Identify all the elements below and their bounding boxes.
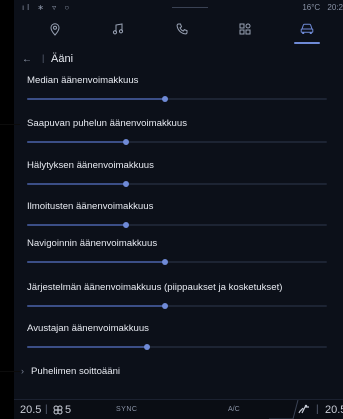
setting-label: Avustajan äänenvoimakkuus <box>27 323 149 334</box>
phone-icon <box>176 23 188 35</box>
driver-temperature[interactable]: 20.5 <box>20 404 41 416</box>
car-icon <box>300 23 314 34</box>
app-navigation[interactable] <box>30 14 80 44</box>
app-media[interactable] <box>93 14 143 44</box>
app-vehicle[interactable] <box>282 14 332 44</box>
active-tab-indicator <box>294 42 320 44</box>
setting-system-volume: Järjestelmän äänenvoimakkuus (piippaukse… <box>14 282 343 316</box>
status-right: 16°C 20:2 <box>302 3 343 12</box>
page-header: ← | Ääni <box>14 50 343 70</box>
location-pin-icon <box>50 22 60 36</box>
climate-divider <box>269 400 299 419</box>
callout-line <box>0 124 20 125</box>
volume-slider[interactable] <box>27 303 327 309</box>
app-grid[interactable] <box>220 14 270 44</box>
status-handle <box>172 7 208 8</box>
callout-line <box>0 371 20 372</box>
slider-fill <box>27 224 126 226</box>
setting-label: Navigoinnin äänenvoimakkuus <box>27 238 158 249</box>
slider-thumb[interactable] <box>162 96 168 102</box>
setting-incoming-call-volume: Saapuvan puhelun äänenvoimakkuus <box>14 118 343 152</box>
setting-label: Hälytyksen äänenvoimakkuus <box>27 160 154 171</box>
passenger-temperature[interactable]: 20.5 <box>325 404 343 416</box>
outside-temperature: 16°C <box>302 3 321 12</box>
app-phone[interactable] <box>157 14 207 44</box>
apps-grid-icon <box>239 23 251 35</box>
slider-thumb[interactable] <box>123 222 129 228</box>
seat-fan-icon[interactable] <box>53 405 63 415</box>
climate-bar: 20.5 | 5 SYNC A/C | 20.5 <box>14 399 343 419</box>
sync-button[interactable]: SYNC <box>116 406 137 413</box>
volume-slider[interactable] <box>27 344 327 350</box>
volume-slider[interactable] <box>27 222 327 228</box>
status-bar: ıl ∗ ▿ ○ 16°C 20:2 <box>14 0 343 14</box>
infotainment-screen: ıl ∗ ▿ ○ 16°C 20:2 ← | Ääni Median äänen… <box>14 0 343 419</box>
setting-notification-volume: Ilmoitusten äänenvoimakkuus <box>14 201 343 235</box>
setting-label: Ilmoitusten äänenvoimakkuus <box>27 201 154 212</box>
slider-fill <box>27 141 126 143</box>
volume-slider[interactable] <box>27 139 327 145</box>
fan-speed[interactable]: 5 <box>65 404 71 416</box>
setting-navigation-volume: Navigoinnin äänenvoimakkuus <box>14 238 343 272</box>
app-bar <box>14 14 343 46</box>
setting-media-volume: Median äänenvoimakkuus <box>14 75 343 109</box>
clock: 20:2 <box>327 3 343 12</box>
slider-thumb[interactable] <box>162 259 168 265</box>
back-arrow-icon[interactable]: ← <box>22 54 36 66</box>
climate-separator: | <box>316 404 319 415</box>
slider-thumb[interactable] <box>123 139 129 145</box>
volume-slider[interactable] <box>27 96 327 102</box>
ac-button[interactable]: A/C <box>228 406 240 413</box>
page-title: Ääni <box>51 53 74 65</box>
slider-fill <box>27 98 165 100</box>
setting-label: Saapuvan puhelun äänenvoimakkuus <box>27 118 188 129</box>
chevron-right-icon: › <box>21 366 24 376</box>
setting-alarm-volume: Hälytyksen äänenvoimakkuus <box>14 160 343 194</box>
setting-label: Median äänenvoimakkuus <box>27 75 139 86</box>
slider-fill <box>27 305 165 307</box>
slider-thumb[interactable] <box>162 303 168 309</box>
volume-slider[interactable] <box>27 181 327 187</box>
slider-thumb[interactable] <box>123 181 129 187</box>
slider-fill <box>27 346 147 348</box>
slider-fill <box>27 183 126 185</box>
climate-separator: | <box>45 404 48 415</box>
slider-thumb[interactable] <box>144 344 150 350</box>
setting-label: Järjestelmän äänenvoimakkuus (piippaukse… <box>27 282 283 293</box>
volume-slider[interactable] <box>27 259 327 265</box>
header-separator: | <box>42 53 45 63</box>
ringtone-label: Puhelimen soittoääni <box>31 366 121 377</box>
setting-assistant-volume: Avustajan äänenvoimakkuus <box>14 323 343 357</box>
music-note-icon <box>112 23 124 35</box>
ringtone-item[interactable]: › Puhelimen soittoääni <box>14 365 343 383</box>
seat-heating-icon[interactable] <box>297 404 311 414</box>
slider-fill <box>27 261 165 263</box>
status-icons: ıl ∗ ▿ ○ <box>22 3 73 12</box>
